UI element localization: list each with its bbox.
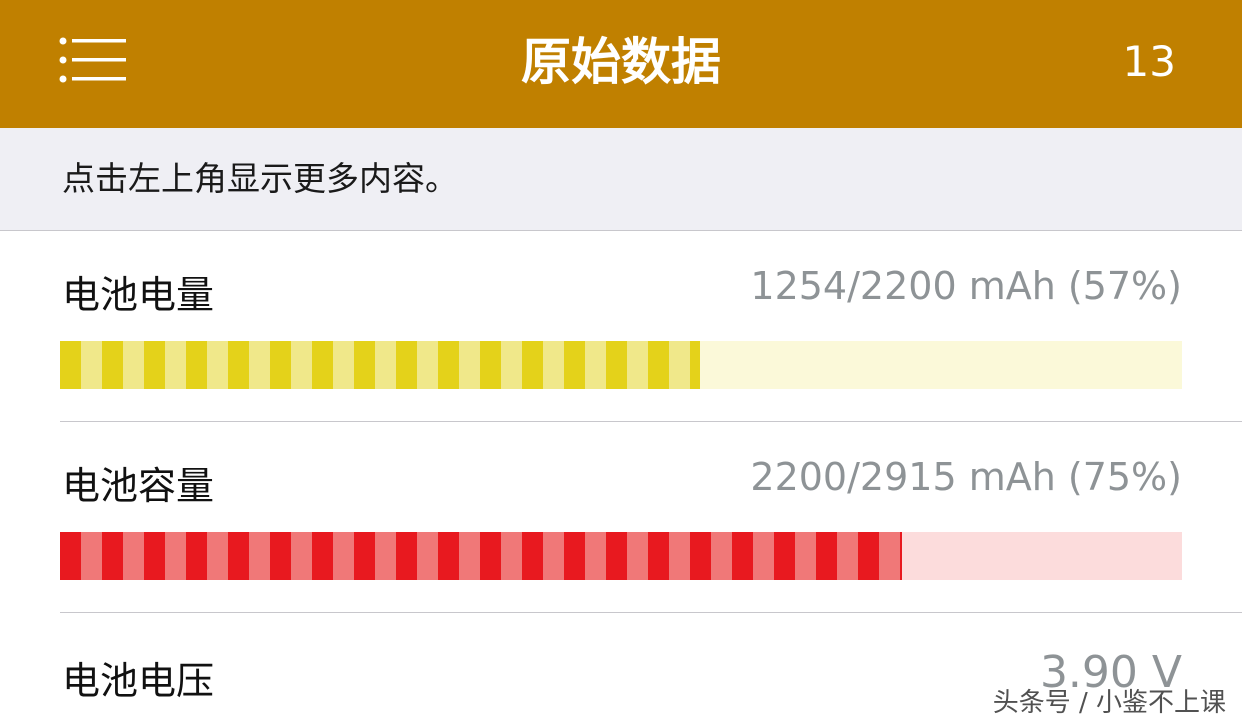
battery-capacity-bar-fill (60, 532, 902, 580)
battery-voltage-label: 电池电压 (62, 659, 215, 703)
battery-charge-bar-fill (60, 341, 700, 389)
battery-charge-label: 电池电量 (62, 273, 215, 317)
page-title: 原始数据 (521, 33, 721, 91)
battery-capacity-label: 电池容量 (62, 464, 215, 508)
app-header: 原始数据 13 (0, 0, 1242, 128)
hint-bar: 点击左上角显示更多内容。 (0, 128, 1242, 231)
battery-capacity-value: 2200/2915 mAh (75%) (750, 455, 1182, 499)
record-count: 13 (1122, 37, 1176, 86)
divider (60, 421, 1242, 422)
menu-button[interactable] (58, 36, 128, 84)
list-menu-icon (59, 37, 126, 83)
divider (60, 612, 1242, 613)
hint-text: 点击左上角显示更多内容。 (62, 159, 458, 198)
battery-charge-value: 1254/2200 mAh (57%) (750, 264, 1182, 308)
watermark: 头条号 / 小鉴不上课 (992, 688, 1226, 718)
battery-capacity-bar (60, 532, 1182, 580)
battery-charge-bar (60, 341, 1182, 389)
